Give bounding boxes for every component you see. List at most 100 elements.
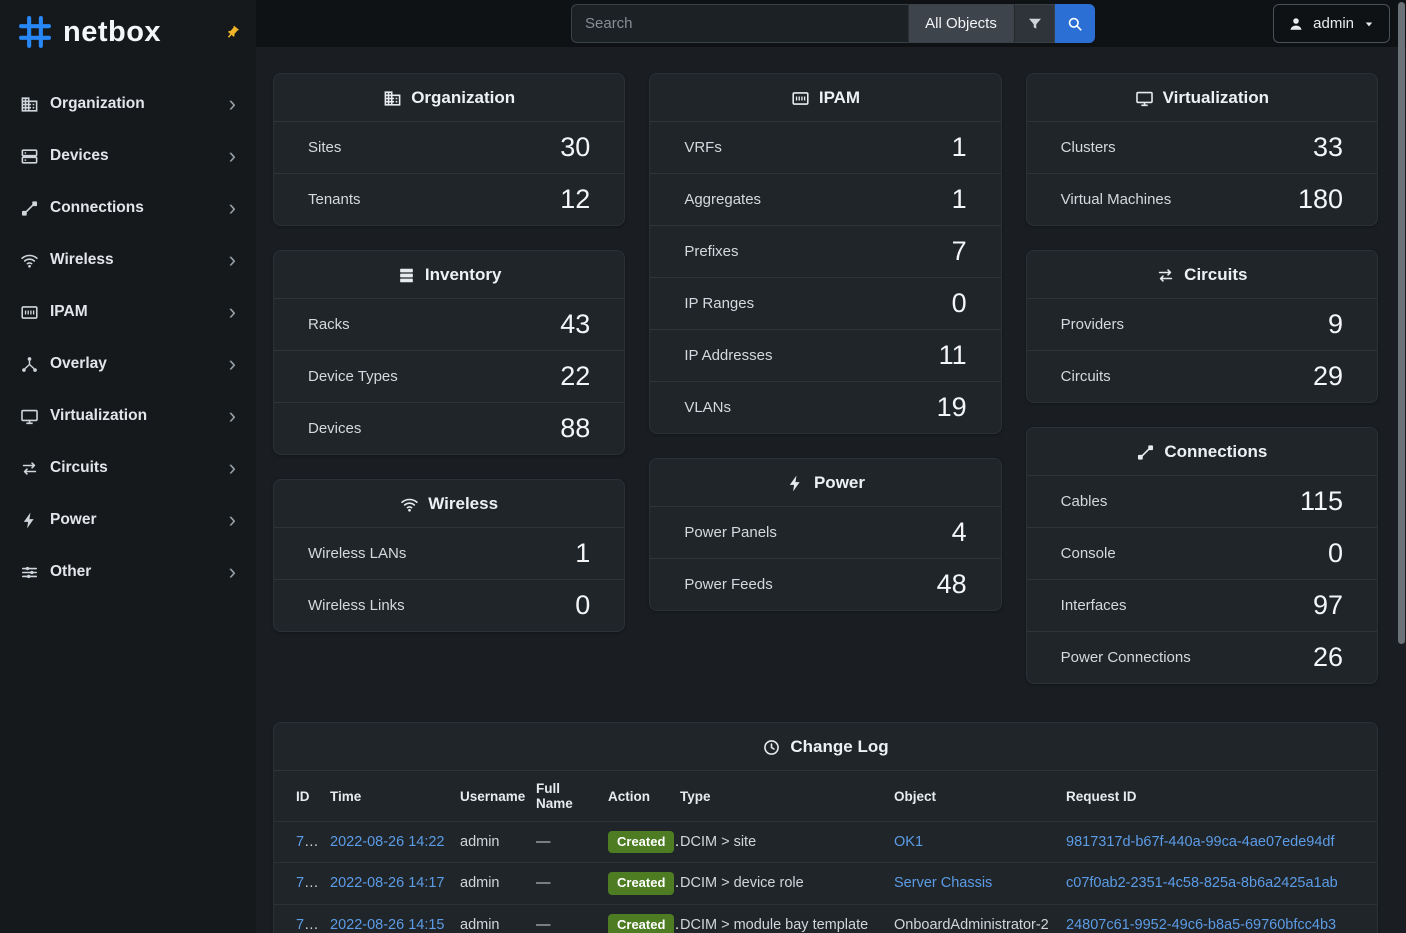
sidebar-item-power[interactable]: Power ›: [0, 494, 256, 546]
changelog-id-link[interactable]: 753: [296, 917, 320, 933]
stat-label: Devices: [308, 420, 361, 437]
card-body: Power Panels 4 Power Feeds 48: [650, 506, 1000, 610]
stat-value[interactable]: 97: [1313, 592, 1343, 619]
stat-value[interactable]: 0: [575, 592, 590, 619]
brand-name: netbox: [63, 16, 161, 49]
object-type-button[interactable]: All Objects: [908, 4, 1014, 43]
stat-value[interactable]: 33: [1313, 134, 1343, 161]
changelog-title: Change Log: [790, 737, 888, 757]
stat-row: IP Addresses 11: [650, 329, 1000, 381]
sidebar-item-circuits[interactable]: Circuits ›: [0, 442, 256, 494]
stat-label: Tenants: [308, 191, 361, 208]
stat-value[interactable]: 30: [560, 134, 590, 161]
stat-value[interactable]: 11: [939, 342, 967, 369]
changelog-column-header: Time: [330, 771, 460, 822]
stat-row: VRFs 1: [650, 121, 1000, 173]
card-body: Providers 9 Circuits 29: [1027, 298, 1377, 402]
sidebar-item-devices[interactable]: Devices ›: [0, 130, 256, 182]
stat-label: VRFs: [684, 139, 722, 156]
stat-value[interactable]: 0: [952, 290, 967, 317]
sidebar-item-overlay[interactable]: Overlay ›: [0, 338, 256, 390]
stat-label: Console: [1061, 545, 1116, 562]
stat-value[interactable]: 22: [560, 363, 590, 390]
stat-value[interactable]: 29: [1313, 363, 1343, 390]
sidebar-item-connections[interactable]: Connections ›: [0, 182, 256, 234]
changelog-time-link[interactable]: 2022-08-26 14:15: [330, 917, 445, 933]
stat-value[interactable]: 19: [937, 394, 967, 421]
stat-row: Power Panels 4: [650, 506, 1000, 558]
changelog-time-link[interactable]: 2022-08-26 14:22: [330, 834, 445, 850]
stats-grid: Organization Sites 30 Tenants 12 Invento…: [273, 73, 1378, 684]
sidebar-item-wireless[interactable]: Wireless ›: [0, 234, 256, 286]
changelog-request-link[interactable]: 24807c61-9952-49c6-b8a5-69760bfcc4b3: [1066, 917, 1336, 933]
sidebar-item-label: Devices: [50, 147, 229, 165]
changelog-request-link[interactable]: c07f0ab2-2351-4c58-825a-8b6a2425a1ab: [1066, 875, 1338, 891]
stat-row: Wireless Links 0: [274, 579, 624, 631]
wifi-icon: [400, 495, 419, 514]
sidebar-item-ipam[interactable]: IPAM ›: [0, 286, 256, 338]
stat-value[interactable]: 4: [952, 519, 967, 546]
card-circuits: Circuits Providers 9 Circuits 29: [1026, 250, 1378, 403]
sidebar-item-organization[interactable]: Organization ›: [0, 78, 256, 130]
changelog-username: admin: [460, 863, 536, 904]
stat-value[interactable]: 12: [560, 186, 590, 213]
stat-value[interactable]: 180: [1298, 186, 1343, 213]
stat-label: Cables: [1061, 493, 1108, 510]
changelog-id-link[interactable]: 754: [296, 875, 320, 891]
changelog-id-link[interactable]: 755: [296, 834, 320, 850]
stat-value[interactable]: 1: [952, 186, 967, 213]
card-connections: Connections Cables 115 Console 0 Interfa…: [1026, 427, 1378, 684]
stat-label: Wireless LANs: [308, 545, 406, 562]
stat-value[interactable]: 48: [937, 571, 967, 598]
stat-value[interactable]: 26: [1313, 644, 1343, 671]
card-title: Virtualization: [1163, 88, 1269, 108]
stat-value[interactable]: 0: [1328, 540, 1343, 567]
card-body: Cables 115 Console 0 Interfaces 97 Power…: [1027, 475, 1377, 683]
stat-value[interactable]: 1: [952, 134, 967, 161]
changelog-request-link[interactable]: 9817317d-b67f-440a-99ca-4ae07ede94df: [1066, 834, 1334, 850]
user-menu-button[interactable]: admin: [1273, 4, 1390, 43]
stat-row: IP Ranges 0: [650, 277, 1000, 329]
filter-button[interactable]: [1014, 4, 1055, 43]
changelog-object-link[interactable]: Server Chassis: [894, 875, 992, 891]
sidebar-item-label: Overlay: [50, 355, 229, 373]
changelog-time-link[interactable]: 2022-08-26 14:17: [330, 875, 445, 891]
dashboard: Organization Sites 30 Tenants 12 Invento…: [256, 47, 1406, 933]
stat-label: Device Types: [308, 368, 398, 385]
sidebar-item-label: Power: [50, 511, 229, 529]
changelog-row: 755 2022-08-26 14:22 admin — Created DCI…: [274, 822, 1377, 863]
sidebar-item-other[interactable]: Other ›: [0, 546, 256, 598]
card-title: IPAM: [819, 88, 860, 108]
chevron-right-icon: ›: [229, 145, 236, 167]
stat-value[interactable]: 88: [560, 415, 590, 442]
chevron-right-icon: ›: [229, 457, 236, 479]
stat-row: Virtual Machines 180: [1027, 173, 1377, 225]
stat-value[interactable]: 43: [560, 311, 590, 338]
changelog-object-link[interactable]: OK1: [894, 834, 923, 850]
created-badge: Created: [608, 831, 674, 853]
scrollbar-thumb[interactable]: [1398, 2, 1405, 644]
card-virtualization: Virtualization Clusters 33 Virtual Machi…: [1026, 73, 1378, 226]
stat-value[interactable]: 115: [1300, 488, 1343, 515]
created-badge: Created: [608, 872, 674, 894]
card-body: Sites 30 Tenants 12: [274, 121, 624, 225]
stat-value[interactable]: 7: [952, 238, 967, 265]
dashboard-column: Organization Sites 30 Tenants 12 Invento…: [273, 73, 625, 632]
monitor-icon: [20, 407, 39, 426]
changelog-fullname: —: [536, 822, 608, 863]
stat-value[interactable]: 1: [575, 540, 590, 567]
stat-row: Wireless LANs 1: [274, 527, 624, 579]
created-badge: Created: [608, 914, 674, 933]
pin-sidebar-icon[interactable]: [225, 25, 240, 40]
cable-icon: [1136, 443, 1155, 462]
wifi-icon: [20, 251, 39, 270]
chevron-right-icon: ›: [229, 405, 236, 427]
card-title: Circuits: [1184, 265, 1247, 285]
netbox-logo[interactable]: netbox: [0, 0, 256, 64]
filter-icon: [1026, 15, 1044, 33]
search-input[interactable]: [571, 4, 908, 43]
sidebar-item-virtualization[interactable]: Virtualization ›: [0, 390, 256, 442]
stat-row: Devices 88: [274, 402, 624, 454]
search-button[interactable]: [1055, 4, 1095, 43]
stat-value[interactable]: 9: [1328, 311, 1343, 338]
